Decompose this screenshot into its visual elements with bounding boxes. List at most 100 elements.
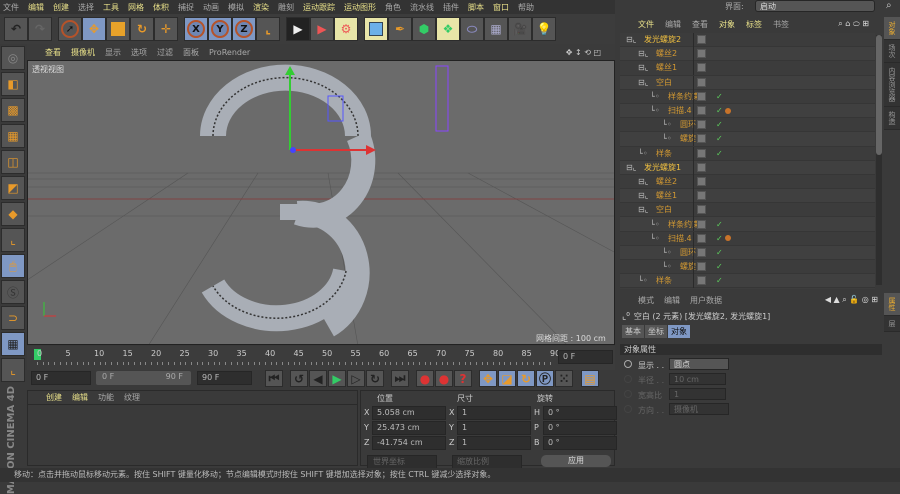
- live-selection-tool[interactable]: ➚: [58, 17, 82, 41]
- menu-item[interactable]: 运动跟踪: [303, 2, 335, 13]
- object-row[interactable]: ⊟⌞ 螺丝2: [620, 174, 875, 190]
- object-row[interactable]: ⊟⌞ 螺丝1: [620, 61, 875, 76]
- scale-tool[interactable]: [106, 17, 130, 41]
- enabled-check-icon[interactable]: ✓: [716, 262, 723, 271]
- visibility-toggle[interactable]: [697, 205, 706, 215]
- locked-workplane-button[interactable]: ⌞: [1, 358, 25, 382]
- enabled-check-icon[interactable]: ✓: [716, 134, 723, 143]
- object-row[interactable]: └◦ 样条 ✓: [620, 146, 875, 161]
- z-axis-lock[interactable]: Z: [232, 17, 256, 41]
- apply-button[interactable]: 应用: [541, 455, 611, 467]
- size-field[interactable]: 1: [457, 421, 531, 435]
- object-row[interactable]: └◦ 扫描.4 ✓: [620, 231, 875, 246]
- end-frame-field[interactable]: 90 F: [197, 371, 252, 385]
- autokey-button[interactable]: ●: [435, 370, 453, 387]
- interface-layout-dropdown[interactable]: 启动: [755, 0, 875, 12]
- enabled-check-icon[interactable]: ✓: [716, 220, 723, 229]
- object-name[interactable]: 扫描.4: [668, 233, 692, 244]
- move-tool[interactable]: ✥: [82, 17, 106, 41]
- menu-item[interactable]: 工具: [103, 2, 119, 13]
- position-field[interactable]: 25.473 cm: [372, 421, 446, 435]
- key-pla-button[interactable]: ⁙: [555, 370, 573, 387]
- polygons-mode-button[interactable]: ◆: [1, 202, 25, 226]
- tweak-mode-button[interactable]: 🖱: [1, 254, 25, 278]
- workplane-lock-button[interactable]: ▦: [1, 332, 25, 356]
- menu-item[interactable]: 显示: [105, 47, 121, 58]
- menu-item[interactable]: 书签: [773, 19, 789, 30]
- menu-item[interactable]: 面板: [183, 47, 199, 58]
- object-tree-scrollbar[interactable]: [876, 35, 882, 285]
- object-name[interactable]: 发光螺旋1: [644, 162, 681, 173]
- timeline-window-button[interactable]: ▤: [581, 370, 599, 387]
- object-name[interactable]: 空白: [656, 204, 672, 215]
- recent-tool[interactable]: ✛: [154, 17, 178, 41]
- material-menu-item[interactable]: 纹理: [124, 392, 140, 403]
- search-icon[interactable]: ⌕: [886, 0, 892, 11]
- property-dropdown[interactable]: 摄像机: [669, 403, 729, 415]
- attribute-menu-item[interactable]: 用户数据: [690, 295, 722, 306]
- object-name[interactable]: 样条约束: [668, 219, 700, 230]
- object-name[interactable]: 螺丝2: [656, 176, 677, 187]
- x-axis-lock[interactable]: X: [184, 17, 208, 41]
- undo-button[interactable]: ↶: [4, 17, 28, 41]
- menu-item[interactable]: 标签: [746, 19, 762, 30]
- keyframe-selection-button[interactable]: ?: [454, 370, 472, 387]
- visibility-toggle[interactable]: [697, 276, 706, 286]
- animate-radio[interactable]: [624, 405, 632, 413]
- rotation-field[interactable]: 0 °: [543, 406, 617, 420]
- object-row[interactable]: └◦ 螺旋 ✓: [620, 260, 875, 275]
- texture-mode-button[interactable]: ▩: [1, 98, 25, 122]
- tag-icon[interactable]: [725, 235, 731, 242]
- key-parameter-button[interactable]: Ⓟ: [536, 370, 554, 387]
- visibility-toggle[interactable]: [697, 162, 706, 172]
- render-to-picture-viewer-button[interactable]: ▶: [310, 17, 334, 41]
- object-name[interactable]: 螺丝1: [656, 62, 677, 73]
- attribute-menu-item[interactable]: 模式: [638, 295, 654, 306]
- animate-radio[interactable]: [624, 390, 632, 398]
- points-mode-button[interactable]: ◫: [1, 150, 25, 174]
- object-row[interactable]: └◦ 圆环 ✓: [620, 118, 875, 133]
- menu-item[interactable]: 角色: [385, 2, 401, 13]
- tag-icon[interactable]: [725, 107, 731, 114]
- render-settings-button[interactable]: ⚙: [334, 17, 358, 41]
- timeline-ruler[interactable]: 0 5 10 15 20 25 30 35 40 45 50 55 60 65 70 75 80 85 90 0 F: [27, 346, 615, 370]
- visibility-toggle[interactable]: [697, 191, 706, 201]
- menu-item[interactable]: 运动图形: [344, 2, 376, 13]
- menu-item[interactable]: 选择: [78, 2, 94, 13]
- animate-radio[interactable]: [624, 375, 632, 383]
- edges-mode-button[interactable]: ◩: [1, 176, 25, 200]
- object-manager-tools[interactable]: ⌕ ⌂ ⬭ ⊞: [838, 19, 869, 29]
- menu-item[interactable]: 模拟: [228, 2, 244, 13]
- object-name[interactable]: 空白: [656, 77, 672, 88]
- axis-mode-button[interactable]: ⌞: [1, 228, 25, 252]
- menu-item[interactable]: 创建: [53, 2, 69, 13]
- go-to-end-button[interactable]: ⏭: [391, 370, 409, 387]
- menu-item[interactable]: 脚本: [468, 2, 484, 13]
- menu-item[interactable]: 查看: [692, 19, 708, 30]
- redo-button[interactable]: ↷: [28, 17, 52, 41]
- object-row[interactable]: ⊟⌞ 螺丝2: [620, 47, 875, 62]
- object-row[interactable]: └◦ 样条约束 ✓: [620, 89, 875, 104]
- object-row[interactable]: └◦ 圆环 ✓: [620, 245, 875, 260]
- position-field[interactable]: 5.058 cm: [372, 406, 446, 420]
- enabled-check-icon[interactable]: ✓: [716, 234, 723, 243]
- key-position-button[interactable]: ✥: [479, 370, 497, 387]
- subdivision-button[interactable]: ⬢: [412, 17, 436, 41]
- attribute-tab[interactable]: 坐标: [645, 325, 667, 338]
- visibility-toggle[interactable]: [697, 247, 706, 257]
- side-tab[interactable]: 场次: [884, 40, 900, 63]
- go-to-start-button[interactable]: ⏮: [265, 370, 283, 387]
- menu-item[interactable]: 帮助: [518, 2, 534, 13]
- deformer-button[interactable]: ⬭: [460, 17, 484, 41]
- menu-item[interactable]: 流水线: [410, 2, 434, 13]
- magnet-button[interactable]: ⊃: [1, 306, 25, 330]
- rotation-field[interactable]: 0 °: [543, 421, 617, 435]
- rotate-tool[interactable]: ↻: [130, 17, 154, 41]
- menu-item[interactable]: 文件: [3, 2, 19, 13]
- menu-item[interactable]: 网格: [128, 2, 144, 13]
- side-tab[interactable]: 层: [884, 316, 900, 332]
- attribute-menu-item[interactable]: 编辑: [664, 295, 680, 306]
- object-row[interactable]: ⊟⌞ 螺丝1: [620, 189, 875, 204]
- cloner-button[interactable]: ❖: [436, 17, 460, 41]
- viewport-navigation-icons[interactable]: ✥ ↕ ⟲ ◰: [566, 48, 601, 57]
